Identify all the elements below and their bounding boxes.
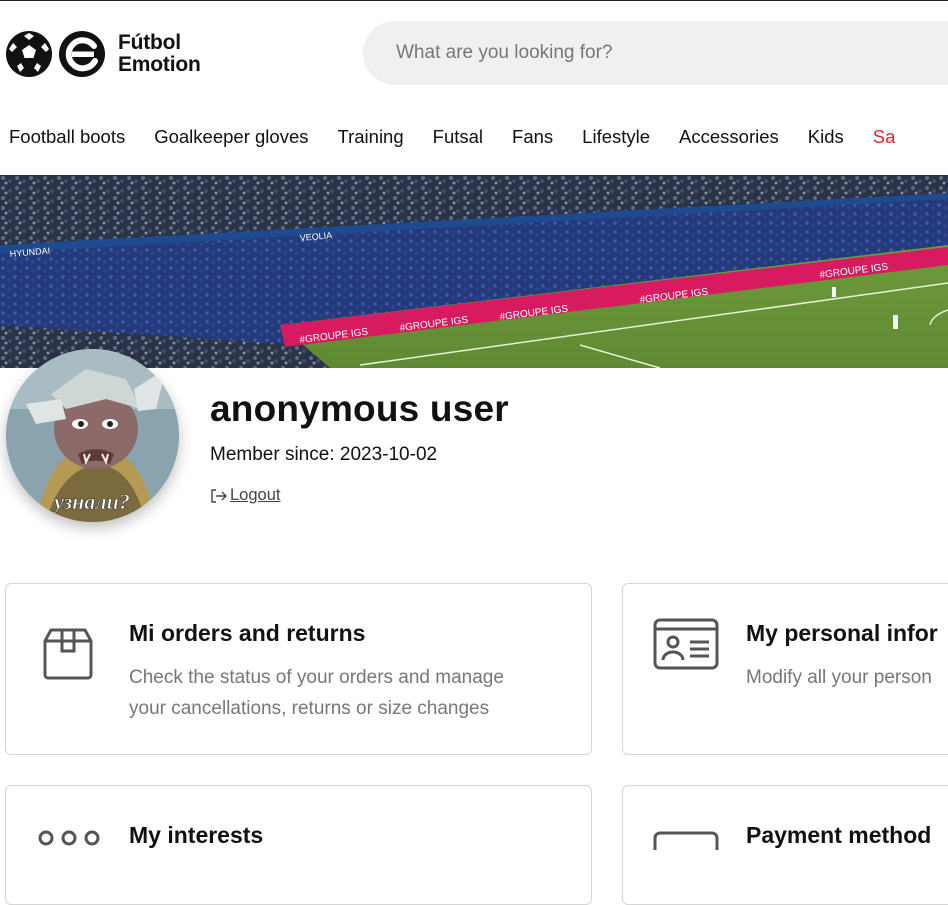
top-border [0, 0, 948, 1]
member-since-date: 2023-10-02 [339, 444, 438, 465]
logo-text: Fútbol Emotion [118, 32, 201, 76]
personal-info-card-desc: Modify all your person [746, 667, 932, 688]
stadium-image: #GROUPE IGS #GROUPE IGS #GROUPE IGS #GRO… [0, 175, 948, 368]
member-since-label: Member since: [210, 444, 335, 465]
interests-card-title: My interests [129, 822, 264, 848]
personal-info-card-title: My personal infor [746, 620, 938, 646]
nav-football-boots[interactable]: Football boots [9, 124, 125, 150]
avatar-caption: узнали? [51, 489, 130, 514]
avatar-image: узнали? [6, 349, 179, 522]
payment-card[interactable]: Payment method [622, 785, 948, 905]
orders-card-desc-line2: your cancellations, returns or size chan… [129, 698, 490, 719]
logout-link[interactable]: Logout [210, 486, 280, 505]
member-since: Member since: 2023-10-02 [210, 444, 437, 466]
search-input[interactable] [394, 41, 948, 65]
box-icon [43, 628, 93, 680]
emotion-logo-icon [59, 31, 105, 77]
logo-line-1: Fútbol [118, 31, 181, 54]
card-icon [653, 831, 719, 850]
nav-goalkeeper-gloves[interactable]: Goalkeeper gloves [154, 124, 308, 150]
nav-sale[interactable]: Sa [873, 124, 896, 150]
logout-icon [211, 488, 227, 503]
dots-icon [38, 830, 100, 846]
search-bar[interactable] [363, 21, 948, 85]
orders-card-desc-line1: Check the status of your orders and mana… [129, 667, 504, 688]
nav-futsal[interactable]: Futsal [433, 124, 483, 150]
username: anonymous user [210, 388, 509, 429]
orders-card[interactable]: Mi orders and returns Check the status o… [5, 583, 592, 755]
personal-info-card[interactable]: My personal infor Modify all your person [622, 583, 948, 755]
nav-kids[interactable]: Kids [808, 124, 844, 150]
nav-accessories[interactable]: Accessories [679, 124, 779, 150]
nav-training[interactable]: Training [337, 124, 403, 150]
interests-card[interactable]: My interests [5, 785, 592, 905]
soccer-ball-icon [6, 31, 52, 77]
profile-banner: #GROUPE IGS #GROUPE IGS #GROUPE IGS #GRO… [0, 175, 948, 368]
payment-card-title: Payment method [746, 822, 932, 848]
logout-label: Logout [230, 486, 281, 504]
nav-fans[interactable]: Fans [512, 124, 553, 150]
main-nav: Football boots Goalkeeper gloves Trainin… [9, 124, 924, 150]
nav-lifestyle[interactable]: Lifestyle [582, 124, 650, 150]
avatar[interactable]: узнали? [6, 349, 179, 522]
id-card-icon [653, 618, 719, 670]
orders-card-title: Mi orders and returns [129, 620, 366, 646]
logo[interactable]: Fútbol Emotion [5, 30, 201, 78]
orders-card-desc: Check the status of your orders and mana… [129, 662, 504, 724]
logo-line-2: Emotion [118, 53, 201, 76]
